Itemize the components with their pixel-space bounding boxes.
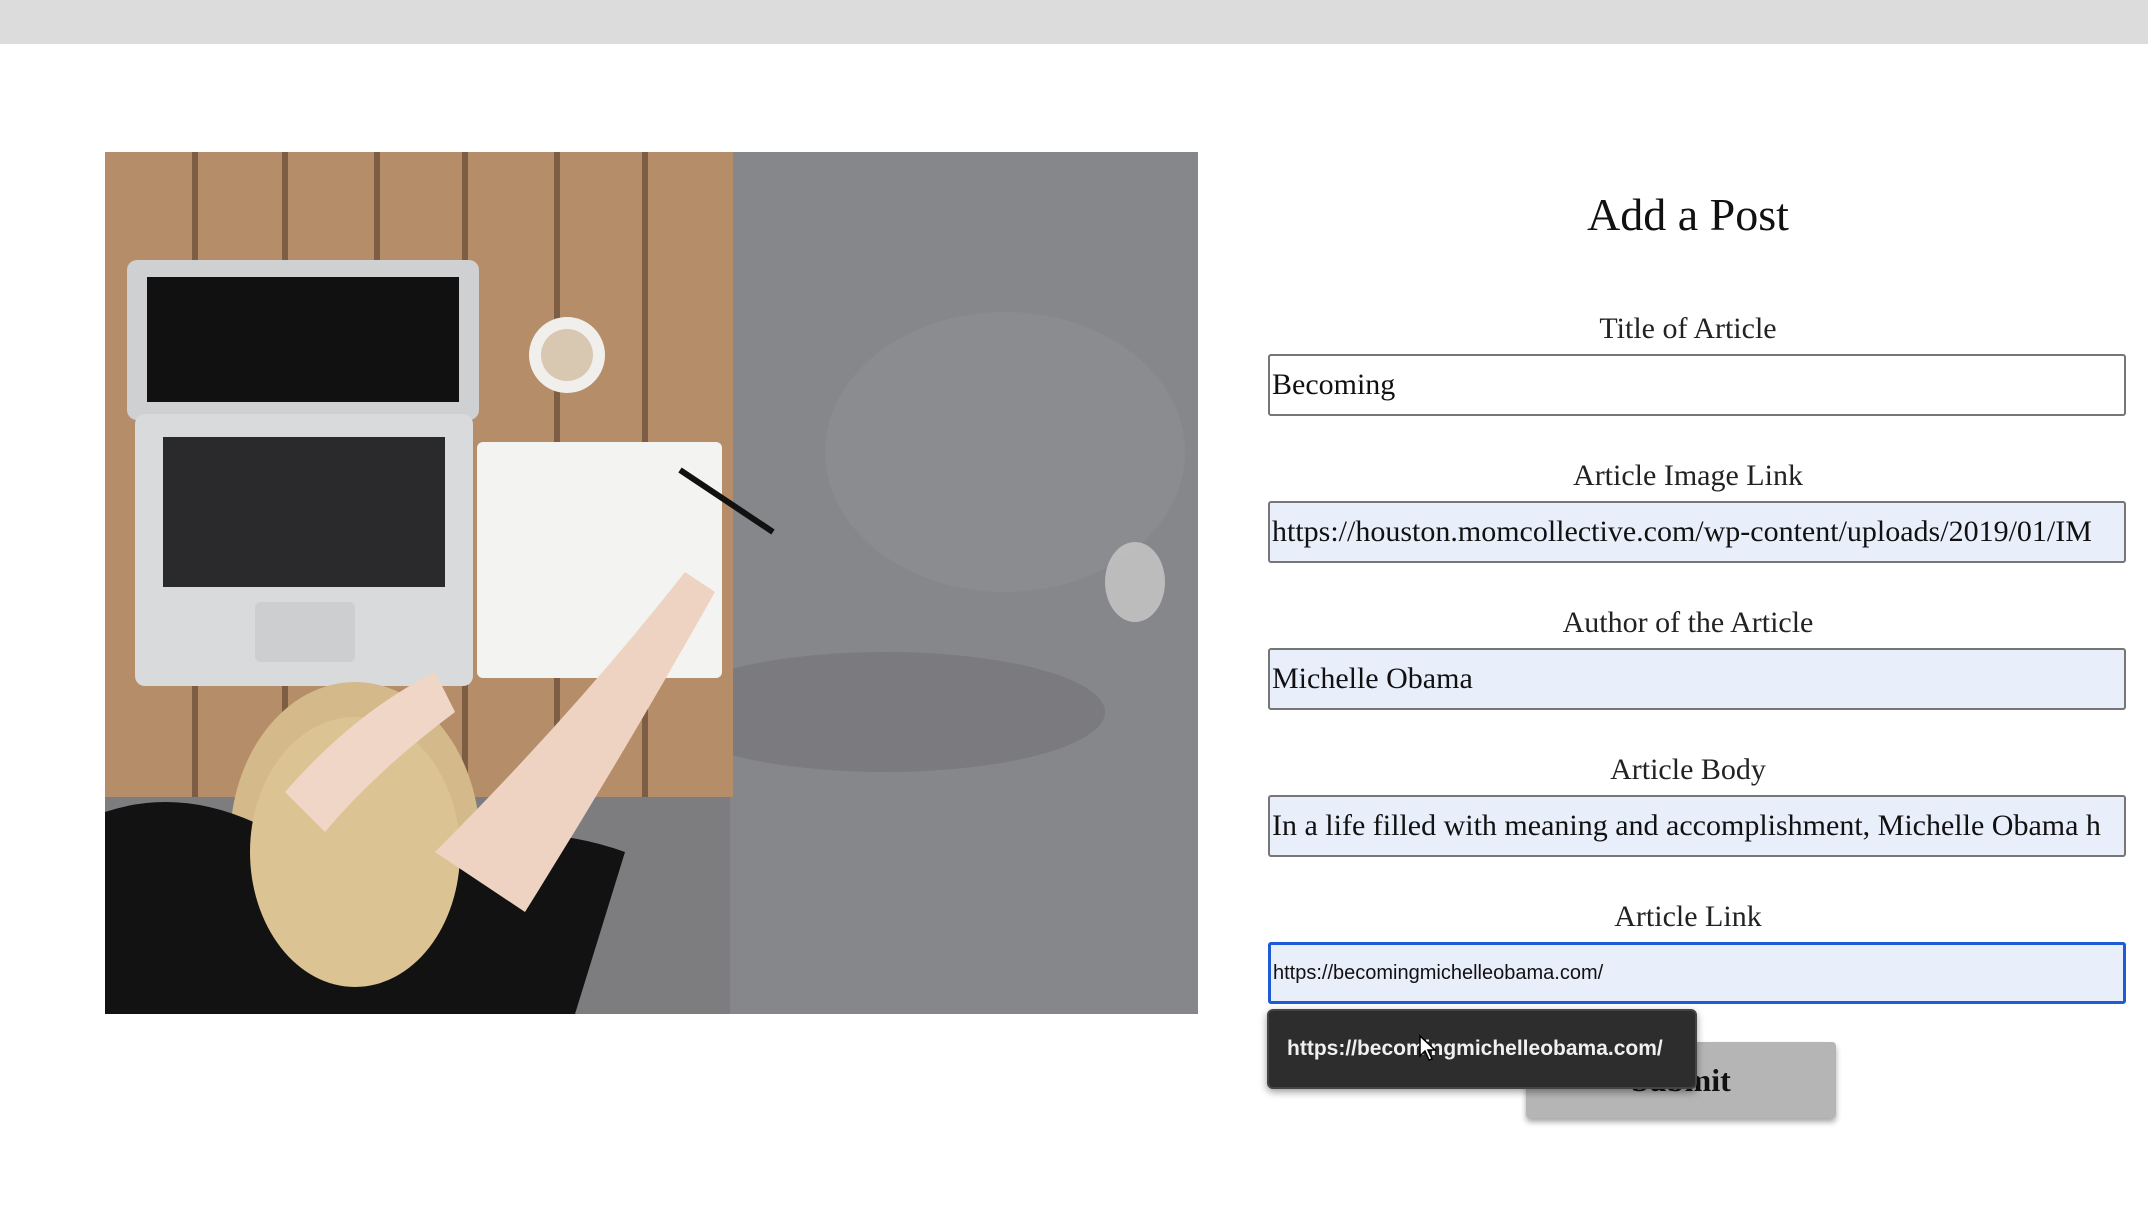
photo-illustration — [105, 152, 1198, 1014]
mouse-cursor-icon — [1419, 1034, 1437, 1061]
image-link-label: Article Image Link — [1573, 459, 1803, 492]
image-link-input[interactable] — [1268, 501, 2126, 563]
body-input[interactable] — [1268, 795, 2126, 857]
form-title: Add a Post — [1587, 189, 1789, 240]
author-label: Author of the Article — [1562, 606, 1814, 639]
title-label: Title of Article — [1599, 312, 1777, 345]
hero-image — [105, 152, 1198, 1014]
browser-top-bar — [0, 0, 2148, 44]
article-link-label: Article Link — [1614, 900, 1762, 933]
article-link-input[interactable] — [1268, 942, 2126, 1004]
author-input[interactable] — [1268, 648, 2126, 710]
title-input[interactable] — [1268, 354, 2126, 416]
body-label: Article Body — [1610, 753, 1766, 786]
autofill-suggestion[interactable]: https://becomingmichelleobama.com/ — [1267, 1009, 1697, 1089]
